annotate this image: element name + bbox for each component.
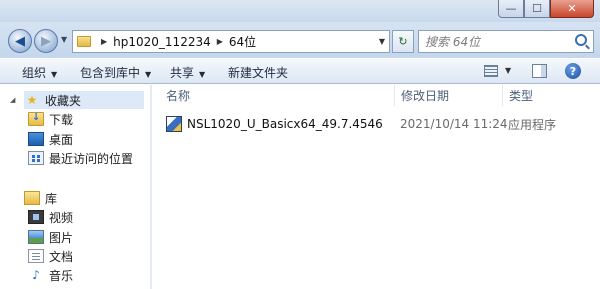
navigation-pane: ◢ ★ 收藏夹 下载 桌面 最近访问的位置 库 视频 图片 文档 ♪ 音乐 xyxy=(0,85,150,289)
chevron-down-icon: ▼ xyxy=(199,70,206,79)
chevron-down-icon: ▼ xyxy=(145,70,152,79)
sidebar-item-label: 收藏夹 xyxy=(45,93,82,108)
search-icon[interactable] xyxy=(575,34,587,46)
star-icon: ★ xyxy=(26,93,38,107)
address-bar[interactable]: ▶ hp1020_112234 ▶ 64位 ▼ xyxy=(72,30,390,53)
sidebar-item-label: 文档 xyxy=(49,249,74,264)
preview-pane-icon[interactable] xyxy=(532,64,547,78)
column-header-label: 修改日期 xyxy=(401,89,450,103)
column-header-label: 类型 xyxy=(509,89,534,103)
file-list: 名称 修改日期 类型 NSL1020_U_Basicx64_49.7.4546 … xyxy=(152,85,600,289)
view-options-dropdown[interactable]: ▼ xyxy=(505,66,511,75)
download-folder-icon xyxy=(28,112,44,126)
sidebar-item-documents[interactable]: 文档 xyxy=(28,247,73,265)
sidebar-item-desktop[interactable]: 桌面 xyxy=(28,130,73,148)
sidebar-item-label: 图片 xyxy=(49,230,74,245)
sidebar-item-label: 音乐 xyxy=(49,268,74,283)
breadcrumb-separator-icon[interactable]: ▶ xyxy=(217,37,223,46)
sidebar-item-label: 视频 xyxy=(49,210,74,225)
forward-button[interactable]: ▶ xyxy=(34,29,58,53)
close-button[interactable]: ✕ xyxy=(550,0,594,18)
include-in-library-menu[interactable]: 包含到库中 ▼ xyxy=(80,64,151,81)
documents-library-icon xyxy=(28,249,44,263)
sidebar-item-music[interactable]: ♪ 音乐 xyxy=(28,266,73,284)
organize-label: 组织 xyxy=(22,66,47,80)
maximize-button[interactable]: ☐ xyxy=(524,0,550,18)
search-box[interactable] xyxy=(418,30,594,53)
recent-places-icon xyxy=(28,151,44,165)
music-library-icon: ♪ xyxy=(32,268,40,282)
sidebar-item-pictures[interactable]: 图片 xyxy=(28,228,73,246)
address-dropdown-icon[interactable]: ▼ xyxy=(379,37,385,46)
breadcrumb-item[interactable]: hp1020_112234 xyxy=(113,35,211,49)
application-exe-icon xyxy=(166,116,182,132)
file-row[interactable]: NSL1020_U_Basicx64_49.7.4546 2021/10/14 … xyxy=(166,114,596,134)
sidebar-item-label: 最近访问的位置 xyxy=(49,151,134,166)
command-bar: 组织 ▼ 包含到库中 ▼ 共享 ▼ 新建文件夹 ▼ ? xyxy=(0,58,600,84)
search-input[interactable] xyxy=(419,31,569,52)
minimize-button[interactable]: — xyxy=(498,0,524,18)
sidebar-item-libraries[interactable]: 库 xyxy=(24,189,57,207)
include-in-library-label: 包含到库中 xyxy=(80,66,141,80)
sidebar-item-favorites[interactable]: ◢ ★ 收藏夹 xyxy=(10,91,144,109)
help-icon[interactable]: ? xyxy=(565,63,581,79)
pictures-library-icon xyxy=(28,230,44,244)
file-modified-date: 2021/10/14 11:24 xyxy=(400,117,508,131)
folder-icon xyxy=(77,36,91,47)
sidebar-item-label: 下载 xyxy=(49,112,74,127)
file-type: 应用程序 xyxy=(508,117,557,132)
file-name: NSL1020_U_Basicx64_49.7.4546 xyxy=(187,117,383,131)
change-view-icon[interactable] xyxy=(484,65,498,77)
sidebar-item-label: 桌面 xyxy=(49,132,74,147)
breadcrumb-separator-icon[interactable]: ▶ xyxy=(101,37,107,46)
desktop-icon xyxy=(28,132,44,146)
breadcrumb-item[interactable]: 64位 xyxy=(229,33,256,50)
recent-pages-dropdown[interactable]: ▼ xyxy=(61,35,67,44)
sidebar-item-label: 库 xyxy=(45,191,58,206)
library-icon xyxy=(24,191,40,205)
refresh-button[interactable]: ↻ xyxy=(392,30,414,53)
expand-arrow-icon[interactable]: ◢ xyxy=(10,96,15,104)
column-header-modified[interactable]: 修改日期 xyxy=(394,85,500,106)
column-header-label: 名称 xyxy=(166,89,191,103)
share-menu[interactable]: 共享 ▼ xyxy=(170,64,205,81)
chevron-down-icon: ▼ xyxy=(51,70,58,79)
sidebar-item-downloads[interactable]: 下载 xyxy=(28,110,73,128)
window-controls: — ☐ ✕ xyxy=(498,0,594,19)
title-bar: — ☐ ✕ xyxy=(0,0,600,22)
new-folder-button[interactable]: 新建文件夹 xyxy=(228,64,288,81)
address-row: ◀ ▶ ▼ ▶ hp1020_112234 ▶ 64位 ▼ ↻ xyxy=(0,22,600,58)
organize-menu[interactable]: 组织 ▼ xyxy=(22,64,57,81)
sidebar-item-recent-places[interactable]: 最近访问的位置 xyxy=(28,149,133,167)
share-label: 共享 xyxy=(170,66,195,80)
sidebar-item-videos[interactable]: 视频 xyxy=(28,208,73,226)
back-button[interactable]: ◀ xyxy=(8,29,32,53)
column-header-name[interactable]: 名称 xyxy=(166,85,392,106)
column-header-type[interactable]: 类型 xyxy=(502,85,592,106)
video-library-icon xyxy=(28,210,44,224)
